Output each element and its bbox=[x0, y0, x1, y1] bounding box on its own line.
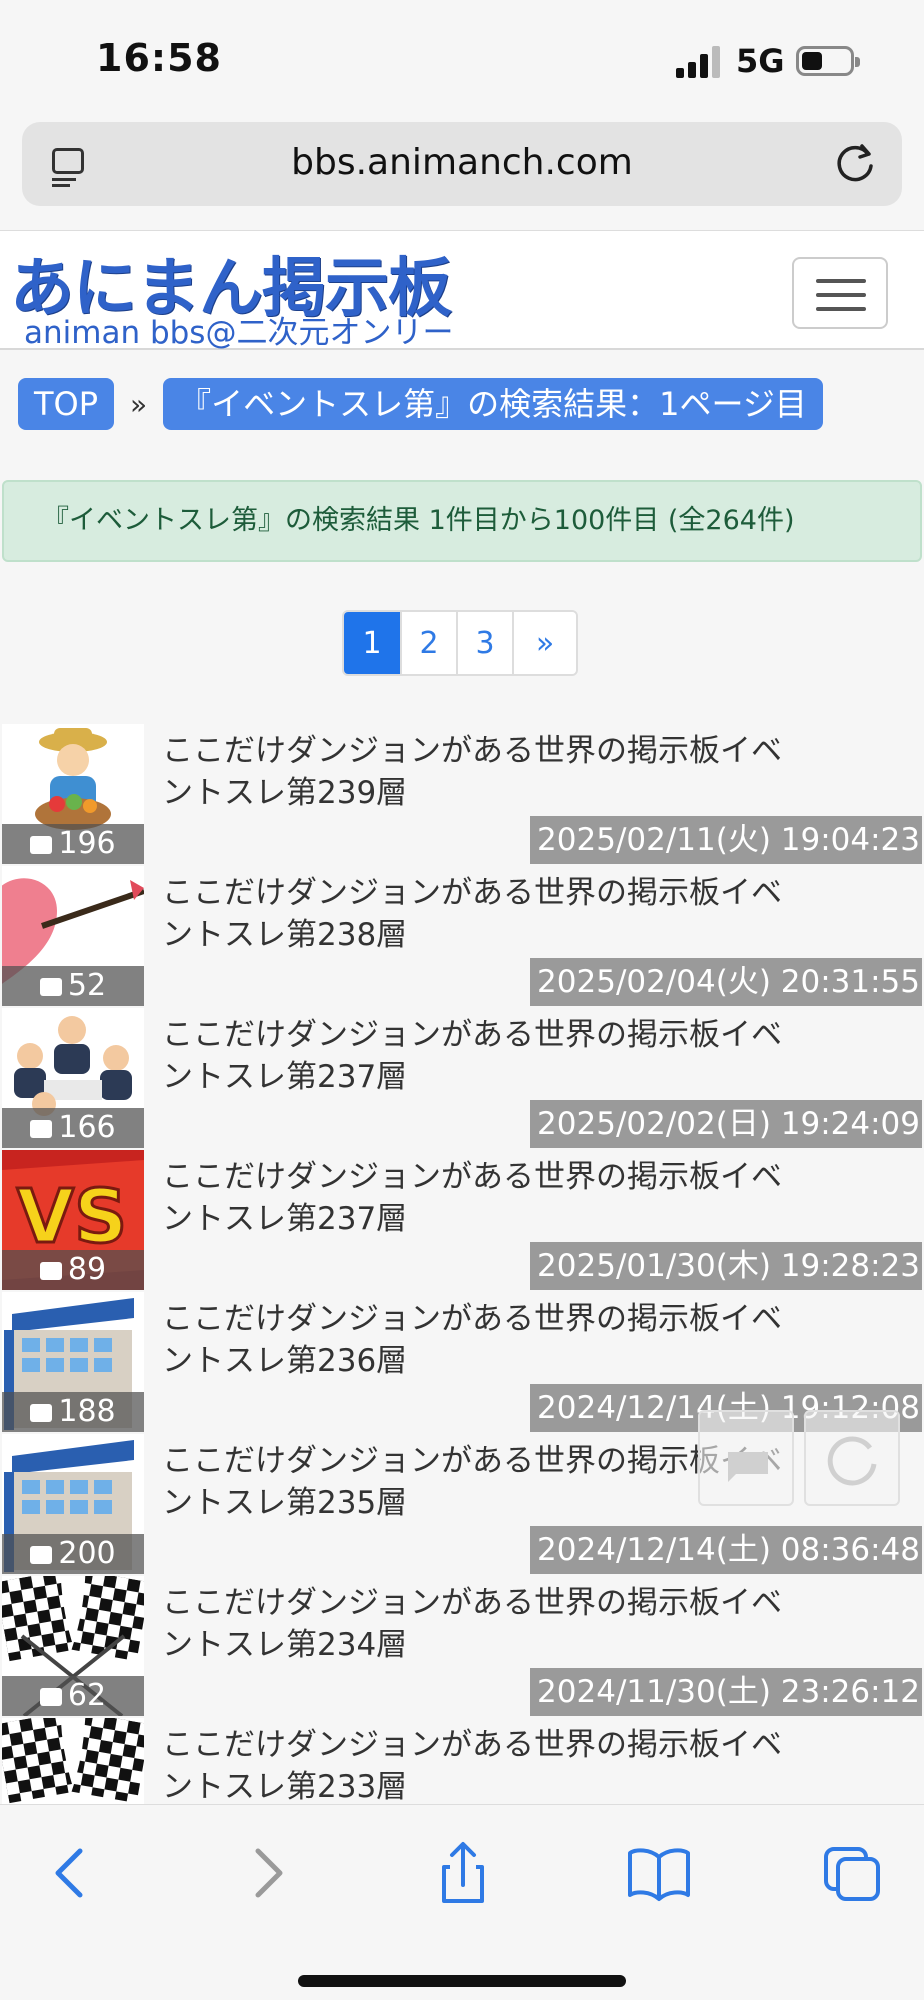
thread-thumbnail[interactable]: 52 bbox=[2, 866, 144, 1006]
reply-count: 89 bbox=[2, 1250, 144, 1290]
site-logo-subtitle: animan bbs@二次元オンリー bbox=[24, 315, 454, 351]
thread-thumbnail[interactable]: 200 bbox=[2, 1434, 144, 1574]
thread-item[interactable]: 52 ここだけダンジョンがある世界の掲示板イベントスレ第238層 2025/02… bbox=[0, 864, 924, 1006]
thread-thumbnail[interactable]: 196 bbox=[2, 724, 144, 864]
page: 16:58 5G bbs.animanch.com あにまん掲示板 animan… bbox=[0, 0, 924, 2000]
thread-item[interactable]: 166 ここだけダンジョンがある世界の掲示板イベントスレ第237層 2025/0… bbox=[0, 1006, 924, 1148]
hamburger-menu-button[interactable] bbox=[792, 257, 888, 329]
svg-text:VS: VS bbox=[17, 1174, 128, 1260]
thread-date: 2024/11/30(土) 23:26:12 bbox=[530, 1668, 922, 1716]
breadcrumb-top-link[interactable]: TOP bbox=[18, 378, 115, 430]
thread-title[interactable]: ここだけダンジョンがある世界の掲示板イベントスレ第236層 bbox=[162, 1298, 802, 1382]
thread-item[interactable]: VS 89 ここだけダンジョンがある世界の掲示板イベントスレ第237層 2025… bbox=[0, 1148, 924, 1290]
comment-icon bbox=[39, 978, 62, 996]
url-bar[interactable]: bbs.animanch.com bbox=[22, 122, 902, 206]
breadcrumb: TOP » 『イベントスレ第』の検索結果：1ページ目 bbox=[18, 378, 823, 430]
reply-count: 52 bbox=[2, 966, 144, 1006]
reply-count: 196 bbox=[2, 824, 144, 864]
comment-icon bbox=[30, 1404, 53, 1422]
thread-title[interactable]: ここだけダンジョンがある世界の掲示板イベントスレ第238層 bbox=[162, 872, 802, 956]
checkered-flag-icon bbox=[2, 1718, 144, 1804]
thread-thumbnail[interactable]: 62 bbox=[2, 1576, 144, 1716]
next-page-link[interactable]: » bbox=[512, 612, 576, 674]
floating-chat-button[interactable] bbox=[698, 1410, 794, 1506]
thread-item[interactable]: 62 ここだけダンジョンがある世界の掲示板イベントスレ第234層 2024/11… bbox=[0, 1574, 924, 1716]
page-link-2[interactable]: 2 bbox=[400, 612, 456, 674]
forward-icon[interactable] bbox=[232, 1841, 302, 1905]
thread-list: 196 ここだけダンジョンがある世界の掲示板イベントスレ第239層 2025/0… bbox=[0, 722, 924, 1804]
comment-icon bbox=[39, 1688, 62, 1706]
comment-icon bbox=[39, 1262, 62, 1280]
thread-thumbnail[interactable] bbox=[2, 1718, 144, 1804]
network-label: 5G bbox=[736, 42, 785, 80]
page-link-1[interactable]: 1 bbox=[344, 612, 400, 674]
reply-count: 62 bbox=[2, 1676, 144, 1716]
thread-title[interactable]: ここだけダンジョンがある世界の掲示板イベントスレ第233層 bbox=[162, 1724, 802, 1804]
thread-thumbnail[interactable]: VS 89 bbox=[2, 1150, 144, 1290]
thread-thumbnail[interactable]: 166 bbox=[2, 1008, 144, 1148]
thread-date: 2025/02/11(火) 19:04:23 bbox=[530, 816, 922, 864]
thread-thumbnail[interactable]: 188 bbox=[2, 1292, 144, 1432]
thread-date: 2025/02/04(火) 20:31:55 bbox=[530, 958, 922, 1006]
site-header: あにまん掲示板 animan bbs@二次元オンリー bbox=[0, 230, 924, 351]
page-link-3[interactable]: 3 bbox=[456, 612, 512, 674]
breadcrumb-current[interactable]: 『イベントスレ第』の検索結果：1ページ目 bbox=[163, 378, 823, 430]
tabs-icon[interactable] bbox=[818, 1841, 888, 1905]
thread-date: 2024/12/14(土) 08:36:48 bbox=[530, 1526, 922, 1574]
share-icon[interactable] bbox=[428, 1841, 498, 1905]
home-indicator bbox=[298, 1975, 626, 1987]
thread-title[interactable]: ここだけダンジョンがある世界の掲示板イベントスレ第239層 bbox=[162, 730, 802, 814]
browser-toolbar bbox=[0, 1804, 924, 2000]
reload-icon[interactable] bbox=[832, 140, 878, 186]
chat-icon bbox=[728, 1452, 768, 1482]
reply-count: 200 bbox=[2, 1534, 144, 1574]
reload-icon bbox=[827, 1436, 877, 1486]
thread-title[interactable]: ここだけダンジョンがある世界の掲示板イベントスレ第234層 bbox=[162, 1582, 802, 1666]
pagination: 1 2 3 » bbox=[342, 610, 578, 676]
search-result-alert: 『イベントスレ第』の検索結果 1件目から100件目 (全264件) bbox=[2, 480, 922, 562]
floating-reload-button[interactable] bbox=[804, 1410, 900, 1506]
reply-count: 166 bbox=[2, 1108, 144, 1148]
thread-title[interactable]: ここだけダンジョンがある世界の掲示板イベントスレ第237層 bbox=[162, 1014, 802, 1098]
signal-icon bbox=[676, 46, 724, 78]
battery-icon bbox=[796, 46, 860, 76]
reply-count: 188 bbox=[2, 1392, 144, 1432]
comment-icon bbox=[30, 1120, 53, 1138]
thread-item[interactable]: ここだけダンジョンがある世界の掲示板イベントスレ第233層 bbox=[0, 1716, 924, 1804]
status-time: 16:58 bbox=[96, 36, 222, 80]
back-icon[interactable] bbox=[36, 1841, 106, 1905]
thread-item[interactable]: 196 ここだけダンジョンがある世界の掲示板イベントスレ第239層 2025/0… bbox=[0, 722, 924, 864]
thread-title[interactable]: ここだけダンジョンがある世界の掲示板イベントスレ第237層 bbox=[162, 1156, 802, 1240]
thread-date: 2025/02/02(日) 19:24:09 bbox=[530, 1100, 922, 1148]
status-bar: 16:58 5G bbox=[0, 0, 924, 115]
comment-icon bbox=[30, 836, 53, 854]
thread-date: 2025/01/30(木) 19:28:23 bbox=[530, 1242, 922, 1290]
breadcrumb-separator: » bbox=[130, 387, 148, 421]
comment-icon bbox=[30, 1546, 53, 1564]
bookmarks-icon[interactable] bbox=[624, 1841, 694, 1905]
url-text[interactable]: bbs.animanch.com bbox=[22, 142, 902, 183]
